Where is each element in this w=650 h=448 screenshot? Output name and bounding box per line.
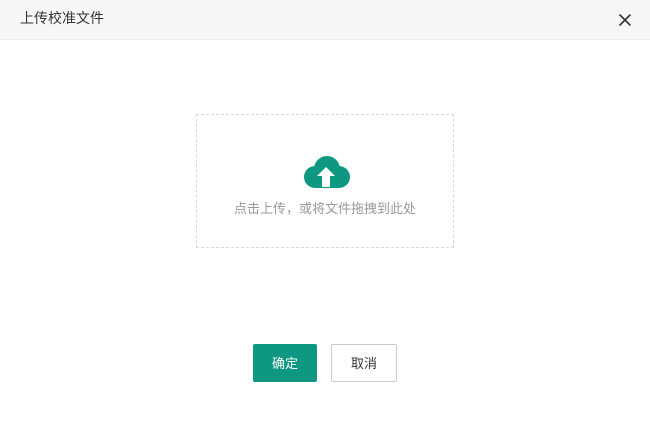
dialog-title: 上传校准文件: [20, 11, 104, 27]
upload-calibration-dialog: 上传校准文件 点击上传，或将文件拖拽到此处 确定 取消: [0, 0, 650, 448]
close-button[interactable]: [616, 11, 634, 29]
cloud-upload-icon: [300, 155, 352, 191]
confirm-button[interactable]: 确定: [253, 344, 317, 382]
cancel-button[interactable]: 取消: [331, 344, 397, 382]
close-icon: [619, 14, 631, 26]
upload-dropzone[interactable]: 点击上传，或将文件拖拽到此处: [196, 114, 454, 248]
dialog-header: 上传校准文件: [0, 0, 650, 40]
upload-hint-text: 点击上传，或将文件拖拽到此处: [233, 202, 416, 217]
